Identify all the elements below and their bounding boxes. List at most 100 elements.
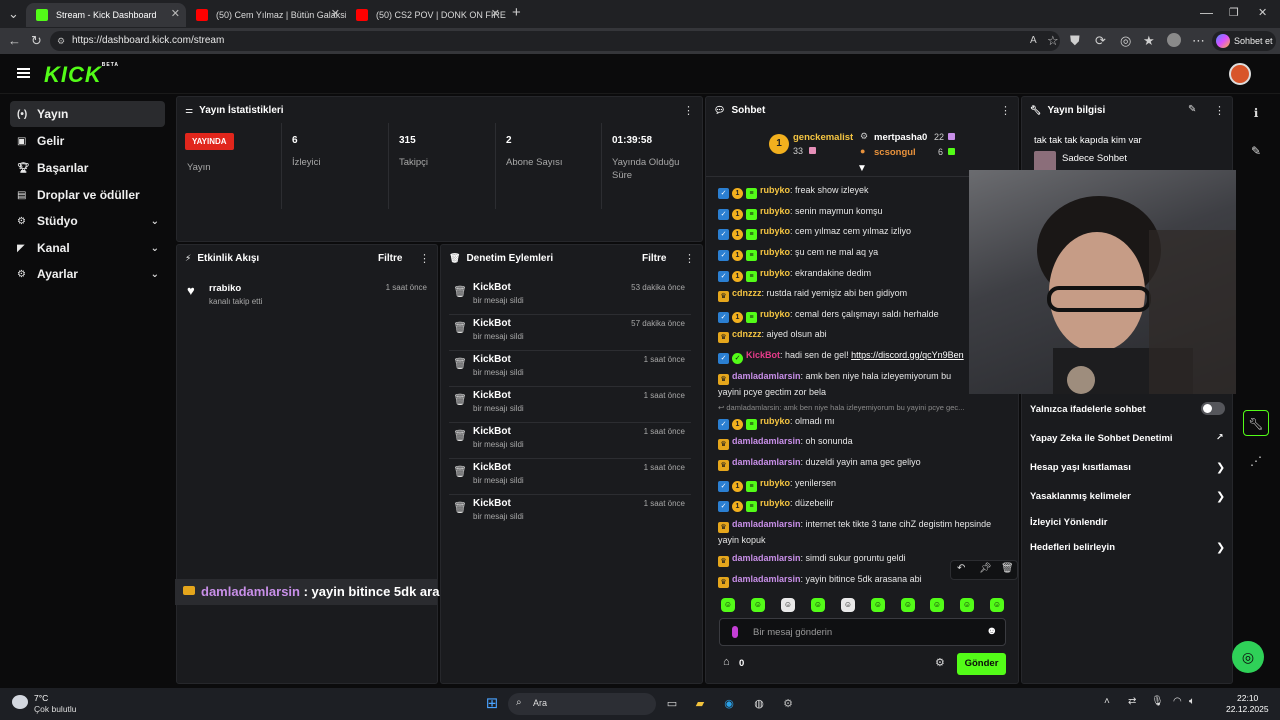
emote-icon[interactable]: ☺ bbox=[960, 598, 974, 612]
close-icon[interactable]: ✕ bbox=[491, 7, 500, 20]
chat-username[interactable]: damladamlarsin bbox=[732, 574, 801, 584]
sidebar-item-ayarlar[interactable]: ⚙ Ayarlar ⌄ bbox=[10, 261, 165, 287]
more-options-icon[interactable]: ⋮ bbox=[684, 252, 695, 265]
volume-icon[interactable]: 🔈︎ bbox=[1189, 696, 1195, 707]
more-options-icon[interactable]: ⋮ bbox=[1214, 104, 1225, 117]
leaderboard-second-name[interactable]: mertpasha0 bbox=[874, 132, 927, 143]
chat-username[interactable]: damladamlarsin bbox=[732, 371, 801, 381]
more-options-icon[interactable]: ⋮ bbox=[1000, 104, 1011, 117]
weather-temp[interactable]: 7°C bbox=[34, 693, 48, 703]
info-icon[interactable]: ℹ bbox=[1243, 100, 1269, 126]
chat-message[interactable]: ♛ damladamlarsin: yayin bitince 5dk arasa… bbox=[718, 572, 940, 588]
emote-icon[interactable]: ☺ bbox=[751, 598, 765, 612]
chat-username[interactable]: rubyko bbox=[760, 478, 790, 488]
chat-settings-gear-icon[interactable]: ⚙ bbox=[935, 656, 945, 669]
emote-icon[interactable]: ☺ bbox=[871, 598, 885, 612]
share-icon[interactable]: ⋰ bbox=[1243, 448, 1269, 474]
sync-icon[interactable]: ⇄ bbox=[1128, 696, 1136, 707]
maximize-icon[interactable]: ❐ bbox=[1229, 6, 1239, 20]
emote-icon[interactable]: ☺ bbox=[781, 598, 795, 612]
reload-icon[interactable]: ↻ bbox=[31, 34, 42, 48]
tab-list-icon[interactable]: ⌄ bbox=[8, 7, 19, 21]
emoji-icon[interactable]: ☻ bbox=[986, 625, 998, 637]
wrench-icon[interactable]: 🔧︎ bbox=[1243, 410, 1269, 436]
sidebar-item-gelir[interactable]: ▣ Gelir bbox=[10, 128, 165, 154]
emote-only-toggle[interactable] bbox=[1201, 402, 1225, 415]
chat-username[interactable]: rubyko bbox=[760, 268, 790, 278]
emote-icon[interactable]: ☺ bbox=[811, 598, 825, 612]
settings-gear-icon[interactable]: ⚙ bbox=[778, 694, 798, 714]
trash-icon[interactable]: 🗑︎ bbox=[1001, 563, 1014, 574]
site-info-icon[interactable]: ⚙ bbox=[57, 31, 65, 51]
chat-username[interactable]: rubyko bbox=[760, 185, 790, 195]
chat-username[interactable]: rubyko bbox=[760, 416, 790, 426]
moderation-filter-button[interactable]: Filtre bbox=[642, 253, 666, 264]
sidebar-item-yayin[interactable]: (•) Yayın bbox=[10, 101, 165, 127]
chat-username[interactable]: damladamlarsin bbox=[732, 436, 801, 446]
chat-username[interactable]: cdnzzz bbox=[732, 329, 762, 339]
chat-link[interactable]: https://discord.gg/qcYn9Ben bbox=[851, 350, 964, 360]
reply-icon[interactable]: ↶ bbox=[957, 563, 965, 574]
favorites-icon[interactable]: ★ bbox=[1143, 34, 1155, 48]
task-view-icon[interactable]: ▭ bbox=[662, 694, 682, 714]
emote-icon[interactable]: ☺ bbox=[721, 598, 735, 612]
extension-icon[interactable]: ⟳ bbox=[1095, 34, 1106, 48]
window-close-icon[interactable]: ✕ bbox=[1258, 6, 1267, 20]
emote-icon[interactable]: ☺ bbox=[930, 598, 944, 612]
url-field[interactable]: ⚙ https://dashboard.kick.com/stream bbox=[50, 31, 1060, 51]
edge-browser-icon[interactable]: ◉ bbox=[719, 694, 739, 714]
sidebar-item-kanal[interactable]: ◤ Kanal ⌄ bbox=[10, 235, 165, 261]
taskbar-search[interactable]: ⌕ Ara bbox=[508, 693, 656, 715]
treasure-icon[interactable]: ⌂ bbox=[723, 656, 730, 668]
more-options-icon[interactable]: ⋮ bbox=[419, 252, 430, 265]
tab-youtube-cs2[interactable]: (50) CS2 POV | DONK ON FIRE🔥 ✕ bbox=[346, 3, 506, 27]
close-icon[interactable]: ✕ bbox=[331, 7, 340, 20]
microphone-icon[interactable] bbox=[732, 626, 738, 638]
send-button[interactable]: Gönder bbox=[957, 653, 1006, 675]
kick-logo[interactable]: KICKBETA bbox=[44, 62, 119, 88]
chat-username[interactable]: damladamlarsin bbox=[732, 519, 801, 529]
shield-icon[interactable]: ⛊ bbox=[1070, 34, 1080, 48]
hamburger-menu-icon[interactable] bbox=[17, 68, 30, 78]
leaderboard-third-name[interactable]: scsongul bbox=[874, 147, 916, 158]
sidebar-item-droplar[interactable]: ▤ Droplar ve ödüller bbox=[10, 182, 165, 208]
sidebar-item-studyo[interactable]: ⚙ Stüdyo ⌄ bbox=[10, 208, 165, 234]
more-options-icon[interactable]: ⋮ bbox=[683, 104, 694, 117]
support-chat-icon[interactable]: ◎ bbox=[1232, 641, 1264, 673]
weather-desc[interactable]: Çok bulutlu bbox=[34, 704, 77, 714]
obs-icon[interactable]: ◍ bbox=[749, 694, 769, 714]
reply-preview[interactable]: ↩ damladamlarsin: amk ben niye hala izle… bbox=[718, 401, 1008, 415]
chat-input[interactable]: Bir mesaj gönderin ☻ bbox=[719, 618, 1006, 646]
emote-icon[interactable]: ☺ bbox=[990, 598, 1004, 612]
menu-dots-icon[interactable]: ⋯ bbox=[1192, 34, 1205, 48]
edit-pencil-icon[interactable]: ✎ bbox=[1188, 104, 1196, 115]
emote-icon[interactable]: ☺ bbox=[901, 598, 915, 612]
chat-username[interactable]: KickBot bbox=[746, 350, 780, 360]
setting-banned-words[interactable]: Yasaklanmış kelimeler ❯ bbox=[1030, 491, 1225, 503]
sidebar-item-basarilar[interactable]: 🏆︎ Başarılar bbox=[10, 155, 165, 181]
chat-username[interactable]: rubyko bbox=[760, 498, 790, 508]
minimize-icon[interactable]: — bbox=[1200, 6, 1213, 20]
chat-username[interactable]: damladamlarsin bbox=[732, 457, 801, 467]
microphone-icon[interactable]: 🎙︎ bbox=[1151, 696, 1164, 707]
setting-ai-moderation[interactable]: Yapay Zeka ile Sohbet Denetimi ↗ bbox=[1030, 432, 1224, 444]
file-explorer-icon[interactable]: ▰ bbox=[690, 694, 710, 714]
user-avatar[interactable] bbox=[1229, 63, 1251, 85]
chat-username[interactable]: cdnzzz bbox=[732, 288, 762, 298]
chat-username[interactable]: damladamlarsin bbox=[732, 553, 801, 563]
chat-username[interactable]: rubyko bbox=[760, 206, 790, 216]
setting-raid[interactable]: İzleyici Yönlendir bbox=[1030, 517, 1107, 528]
copilot-button[interactable]: Sohbet et bbox=[1212, 31, 1276, 51]
edit-pencil-icon[interactable]: ✎ bbox=[1243, 138, 1269, 164]
tab-kick-dashboard[interactable]: Stream - Kick Dashboard ✕ bbox=[26, 3, 186, 27]
activity-filter-button[interactable]: Filtre bbox=[378, 253, 402, 264]
chat-username[interactable]: rubyko bbox=[760, 247, 790, 257]
clock-date[interactable]: 22.12.2025 bbox=[1226, 704, 1269, 714]
emote-icon[interactable]: ☺ bbox=[841, 598, 855, 612]
profile-avatar[interactable] bbox=[1167, 33, 1181, 47]
favorite-star-icon[interactable]: ☆ bbox=[1047, 34, 1059, 48]
chat-username[interactable]: rubyko bbox=[760, 226, 790, 236]
chevron-down-icon[interactable]: ▼ bbox=[857, 163, 867, 174]
read-aloud-icon[interactable]: A bbox=[1030, 34, 1037, 48]
setting-account-age[interactable]: Hesap yaşı kısıtlaması ❯ bbox=[1030, 462, 1225, 474]
